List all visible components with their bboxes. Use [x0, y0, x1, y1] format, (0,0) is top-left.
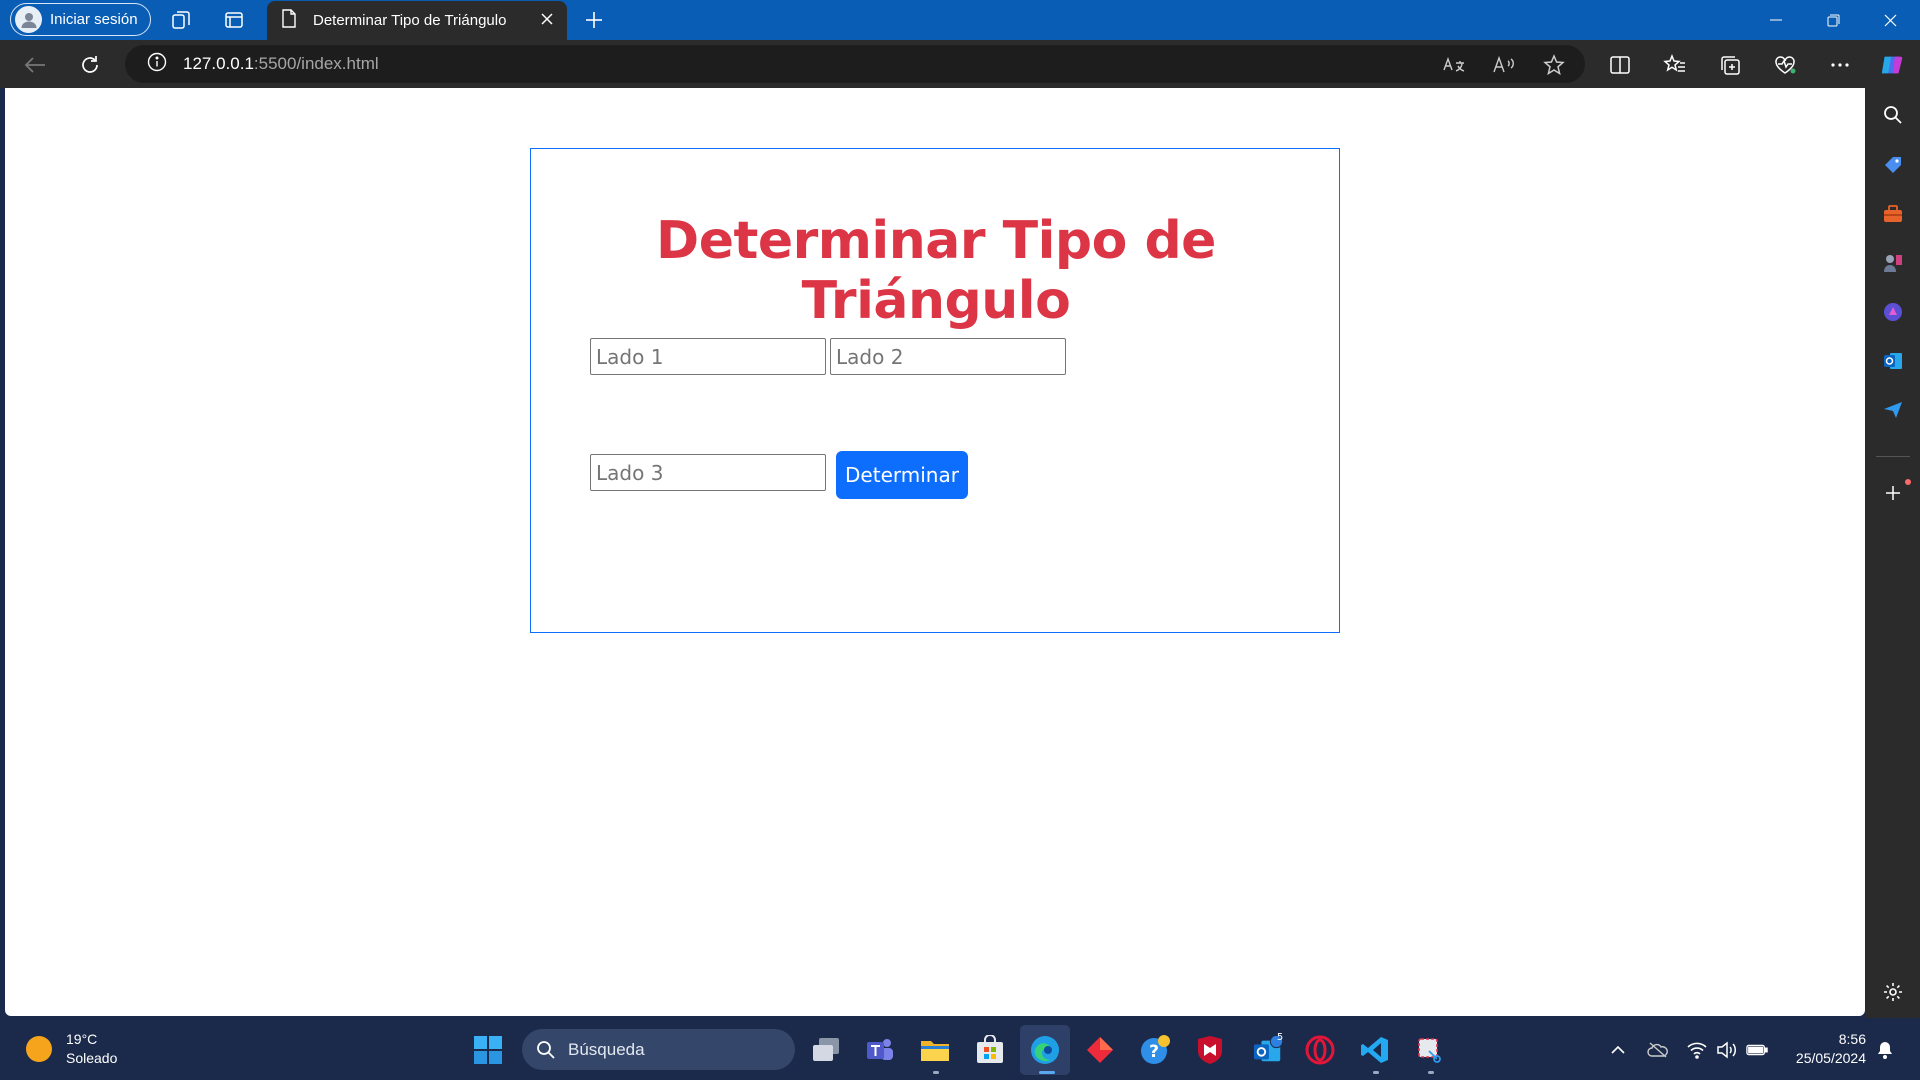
running-indicator: [1428, 1071, 1434, 1074]
snipping-tool-icon[interactable]: [1414, 1034, 1446, 1066]
reload-icon[interactable]: [77, 52, 103, 78]
search-icon: [537, 1040, 555, 1059]
more-options-icon[interactable]: [1827, 52, 1853, 78]
new-tab-icon[interactable]: [582, 8, 606, 32]
notifications-bell-icon[interactable]: [1874, 1039, 1896, 1061]
opera-icon[interactable]: [1304, 1034, 1336, 1066]
sidebar-settings-icon[interactable]: [1880, 979, 1906, 1005]
windows-start-icon[interactable]: [472, 1034, 504, 1066]
shopping-tag-icon[interactable]: [1880, 152, 1906, 178]
workspaces-icon[interactable]: [169, 8, 193, 32]
copilot-sidebar-icon[interactable]: [1880, 299, 1906, 325]
close-window-icon[interactable]: [1862, 0, 1918, 40]
outlook-taskbar-icon[interactable]: 5: [1252, 1032, 1284, 1066]
app-red-diamond-icon[interactable]: [1084, 1034, 1116, 1066]
url-text: 127.0.0.1:5500/index.html: [183, 54, 379, 74]
page-icon: [281, 9, 297, 32]
running-indicator: [1373, 1071, 1379, 1074]
teams-icon[interactable]: [864, 1034, 896, 1066]
page-title: Determinar Tipo de Triángulo: [656, 211, 1216, 331]
send-icon[interactable]: [1880, 397, 1906, 423]
volume-icon[interactable]: [1716, 1039, 1738, 1061]
collections-icon[interactable]: [1717, 52, 1743, 78]
url-host: 127.0.0.1: [183, 54, 254, 73]
weather-widget[interactable]: 19°C Soleado: [26, 1030, 117, 1068]
triangle-form-card: Determinar Tipo de Triángulo Determinar: [530, 148, 1340, 633]
show-hidden-icons-chevron-icon[interactable]: [1607, 1039, 1629, 1061]
add-sidebar-app-icon[interactable]: [1880, 480, 1906, 506]
favorite-star-icon[interactable]: [1541, 52, 1567, 78]
edge-browser-icon[interactable]: [1029, 1034, 1061, 1066]
browser-title-bar: Iniciar sesión Determinar Tipo de Triáng…: [0, 0, 1920, 40]
sun-icon: [26, 1036, 52, 1062]
taskbar-search[interactable]: Búsqueda: [522, 1029, 795, 1070]
back-arrow-icon[interactable]: [22, 52, 48, 78]
windows-taskbar: 19°C Soleado Búsqueda ? 5 8:56 25/05/202…: [0, 1020, 1920, 1080]
sidebar-divider: [1876, 456, 1910, 457]
active-indicator: [1039, 1071, 1055, 1074]
close-tab-icon[interactable]: [541, 12, 553, 29]
vscode-icon[interactable]: [1359, 1034, 1391, 1066]
clock-time: 8:56: [1838, 1031, 1866, 1047]
running-indicator: [933, 1071, 939, 1074]
copilot-icon[interactable]: [1879, 52, 1905, 78]
onedrive-offline-icon[interactable]: [1647, 1039, 1669, 1061]
read-aloud-icon[interactable]: [1491, 52, 1517, 78]
get-help-icon[interactable]: ?: [1139, 1034, 1171, 1066]
edge-sidebar: [1866, 88, 1920, 1018]
profile-label: Iniciar sesión: [50, 11, 138, 28]
browser-toolbar: 127.0.0.1:5500/index.html: [0, 40, 1920, 88]
lado3-input[interactable]: [590, 454, 826, 491]
file-explorer-icon[interactable]: [919, 1034, 951, 1066]
minimize-icon[interactable]: [1748, 0, 1804, 40]
page-viewport: Determinar Tipo de Triángulo Determinar: [5, 88, 1865, 1016]
browser-essentials-icon[interactable]: [1772, 52, 1798, 78]
mcafee-icon[interactable]: [1194, 1034, 1226, 1066]
translate-icon[interactable]: [1441, 52, 1467, 78]
site-info-icon[interactable]: [147, 52, 167, 77]
clock-date: 25/05/2024: [1795, 1050, 1866, 1066]
weather-temp: 19°C: [66, 1031, 98, 1047]
microsoft-store-icon[interactable]: [974, 1034, 1006, 1066]
lado2-input[interactable]: [830, 338, 1066, 375]
svg-text:?: ?: [1149, 1042, 1159, 1062]
wifi-icon[interactable]: [1686, 1039, 1708, 1061]
system-clock[interactable]: 8:56 25/05/2024: [1780, 1030, 1866, 1068]
outlook-icon[interactable]: [1880, 348, 1906, 374]
tab-title: Determinar Tipo de Triángulo: [313, 12, 507, 29]
favorites-icon[interactable]: [1662, 52, 1688, 78]
games-icon[interactable]: [1880, 250, 1906, 276]
search-icon[interactable]: [1880, 102, 1906, 128]
determinar-button[interactable]: Determinar: [836, 451, 968, 499]
weather-desc: Soleado: [66, 1050, 118, 1066]
notification-dot: [1905, 479, 1911, 485]
mail-badge-count: 5: [1276, 1032, 1284, 1043]
battery-icon[interactable]: [1746, 1039, 1768, 1061]
user-avatar-icon: [15, 6, 42, 33]
address-bar[interactable]: 127.0.0.1:5500/index.html: [125, 45, 1585, 83]
profile-button[interactable]: Iniciar sesión: [10, 3, 151, 36]
restore-icon[interactable]: [1805, 0, 1861, 40]
tools-icon[interactable]: [1880, 201, 1906, 227]
lado1-input[interactable]: [590, 338, 826, 375]
split-screen-icon[interactable]: [1607, 52, 1633, 78]
tab-actions-icon[interactable]: [222, 8, 246, 32]
task-view-icon[interactable]: [810, 1034, 842, 1066]
active-tab[interactable]: Determinar Tipo de Triángulo: [267, 1, 567, 40]
taskbar-search-placeholder: Búsqueda: [568, 1039, 645, 1059]
url-path: :5500/index.html: [253, 54, 379, 73]
